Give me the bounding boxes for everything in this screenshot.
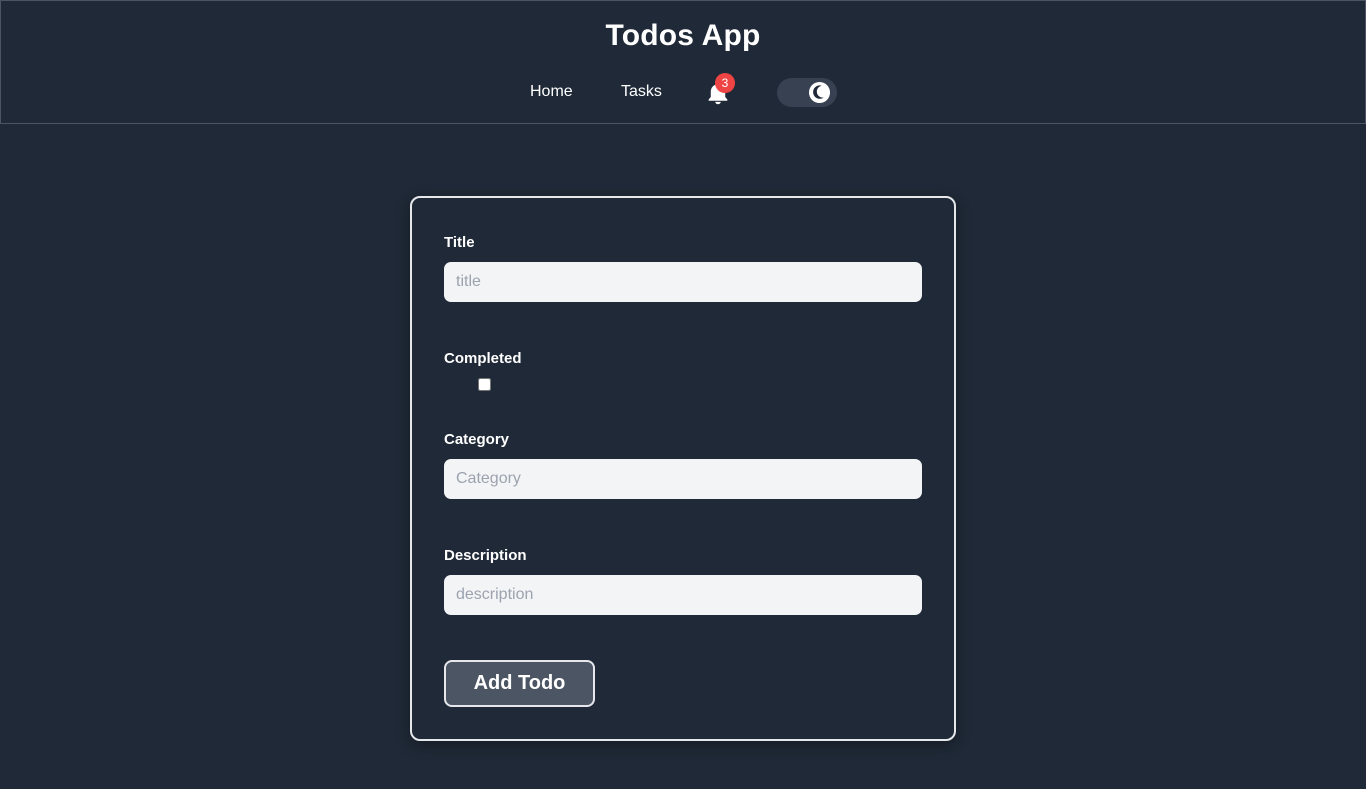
completed-checkbox[interactable] [478, 378, 491, 391]
notification-count-badge: 3 [715, 73, 735, 93]
description-label: Description [444, 547, 527, 564]
title-input[interactable] [444, 262, 922, 302]
completed-label: Completed [444, 350, 522, 367]
category-label: Category [444, 431, 510, 448]
main-nav: Home Tasks 3 [1, 73, 1365, 113]
description-input[interactable] [444, 575, 922, 615]
nav-link-home[interactable]: Home [530, 83, 573, 101]
add-todo-button[interactable]: Add Todo [444, 660, 595, 707]
title-label: Title [444, 234, 475, 251]
category-input[interactable] [444, 459, 922, 499]
add-todo-form: Title Completed Category Description Add… [410, 196, 956, 741]
notifications-button[interactable]: 3 [704, 73, 735, 107]
theme-toggle[interactable] [777, 78, 837, 107]
nav-link-tasks[interactable]: Tasks [621, 83, 662, 101]
moon-icon [808, 81, 831, 104]
app-header: Todos App Home Tasks 3 [0, 0, 1366, 124]
app-title: Todos App [605, 19, 761, 52]
